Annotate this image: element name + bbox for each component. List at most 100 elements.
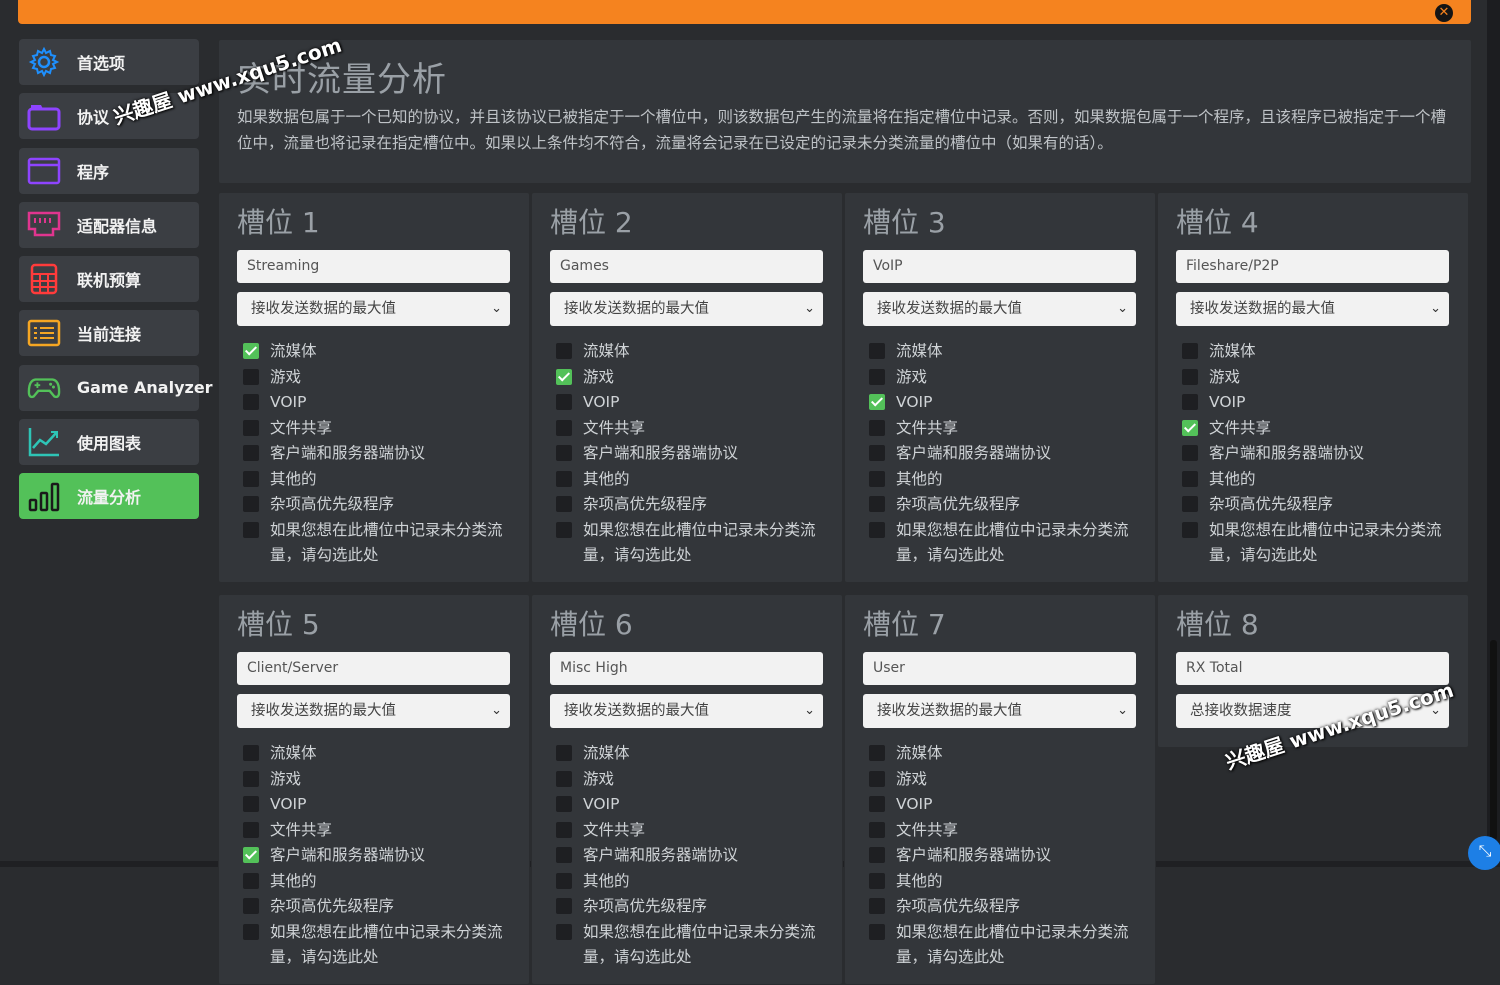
category-row[interactable]: 客户端和服务器端协议 xyxy=(556,843,840,869)
category-row[interactable]: 其他的 xyxy=(556,869,840,895)
category-row[interactable]: 流媒体 xyxy=(556,741,840,767)
slot-name-input[interactable]: Streaming xyxy=(237,250,510,283)
category-row[interactable]: 其他的 xyxy=(243,467,527,493)
sidebar-item-online-budget[interactable]: 联机预算 xyxy=(19,256,199,303)
category-row[interactable]: 游戏 xyxy=(1182,365,1466,391)
category-row[interactable]: 文件共享 xyxy=(1182,416,1466,442)
category-row[interactable]: 如果您想在此槽位中记录未分类流量，请勾选此处 xyxy=(243,518,527,569)
category-checkbox[interactable] xyxy=(556,445,572,461)
slot-name-input[interactable]: RX Total xyxy=(1176,652,1449,685)
category-row[interactable]: 流媒体 xyxy=(556,339,840,365)
slot-metric-select[interactable]: 接收发送数据的最大值 ⌄ xyxy=(1176,292,1449,326)
category-checkbox[interactable] xyxy=(1182,445,1198,461)
category-checkbox[interactable] xyxy=(556,898,572,914)
category-checkbox[interactable] xyxy=(243,343,259,359)
category-row[interactable]: 客户端和服务器端协议 xyxy=(243,441,527,467)
slot-name-input[interactable]: VoIP xyxy=(863,250,1136,283)
slot-name-input[interactable]: Games xyxy=(550,250,823,283)
category-row[interactable]: 客户端和服务器端协议 xyxy=(1182,441,1466,467)
category-checkbox[interactable] xyxy=(243,923,259,940)
category-checkbox[interactable] xyxy=(243,847,259,863)
category-row[interactable]: 如果您想在此槽位中记录未分类流量，请勾选此处 xyxy=(243,920,527,971)
category-checkbox[interactable] xyxy=(556,872,572,889)
close-icon[interactable]: ✕ xyxy=(1435,4,1453,22)
category-checkbox[interactable] xyxy=(1182,470,1198,487)
category-row[interactable]: 游戏 xyxy=(243,767,527,793)
category-checkbox[interactable] xyxy=(243,821,259,838)
category-checkbox[interactable] xyxy=(1182,521,1198,538)
category-checkbox[interactable] xyxy=(869,872,885,889)
sidebar-item-current-connections[interactable]: 当前连接 xyxy=(19,310,199,357)
category-row[interactable]: 其他的 xyxy=(869,869,1153,895)
category-checkbox[interactable] xyxy=(556,496,572,512)
category-checkbox[interactable] xyxy=(243,872,259,889)
category-checkbox[interactable] xyxy=(869,521,885,538)
category-checkbox[interactable] xyxy=(869,923,885,940)
category-checkbox[interactable] xyxy=(243,368,259,385)
category-row[interactable]: 游戏 xyxy=(869,365,1153,391)
category-checkbox[interactable] xyxy=(556,343,572,359)
sidebar-item-preferences[interactable]: 首选项 xyxy=(19,39,199,85)
category-row[interactable]: 杂项高优先级程序 xyxy=(243,894,527,920)
slot-metric-select[interactable]: 接收发送数据的最大值 ⌄ xyxy=(550,694,823,728)
category-row[interactable]: 如果您想在此槽位中记录未分类流量，请勾选此处 xyxy=(556,920,840,971)
category-row[interactable]: 文件共享 xyxy=(556,416,840,442)
category-row[interactable]: 客户端和服务器端协议 xyxy=(243,843,527,869)
sidebar-item-game-analyzer[interactable]: Game Analyzer xyxy=(19,364,213,411)
category-row[interactable]: 杂项高优先级程序 xyxy=(556,492,840,518)
slot-metric-select[interactable]: 接收发送数据的最大值 ⌄ xyxy=(863,292,1136,326)
category-checkbox[interactable] xyxy=(1182,394,1198,410)
category-checkbox[interactable] xyxy=(869,445,885,461)
category-checkbox[interactable] xyxy=(243,445,259,461)
category-checkbox[interactable] xyxy=(243,394,259,410)
slot-metric-select[interactable]: 接收发送数据的最大值 ⌄ xyxy=(863,694,1136,728)
category-checkbox[interactable] xyxy=(869,419,885,436)
category-checkbox[interactable] xyxy=(556,419,572,436)
category-row[interactable]: 其他的 xyxy=(556,467,840,493)
category-checkbox[interactable] xyxy=(1182,419,1198,436)
category-row[interactable]: 其他的 xyxy=(243,869,527,895)
slot-name-input[interactable]: Fileshare/P2P xyxy=(1176,250,1449,283)
category-row[interactable]: 客户端和服务器端协议 xyxy=(869,843,1153,869)
sidebar-item-adapter-info[interactable]: 适配器信息 xyxy=(19,201,199,248)
category-row[interactable]: 文件共享 xyxy=(869,818,1153,844)
category-checkbox[interactable] xyxy=(556,394,572,410)
category-checkbox[interactable] xyxy=(243,470,259,487)
category-row[interactable]: 流媒体 xyxy=(869,741,1153,767)
category-row[interactable]: 游戏 xyxy=(556,365,840,391)
sidebar-item-protocols[interactable]: 协议 xyxy=(19,93,199,140)
category-checkbox[interactable] xyxy=(243,419,259,436)
category-row[interactable]: 流媒体 xyxy=(869,339,1153,365)
slot-metric-select[interactable]: 接收发送数据的最大值 ⌄ xyxy=(237,292,510,326)
category-checkbox[interactable] xyxy=(869,496,885,512)
category-checkbox[interactable] xyxy=(869,394,885,410)
category-row[interactable]: 流媒体 xyxy=(243,339,527,365)
category-checkbox[interactable] xyxy=(869,796,885,812)
category-checkbox[interactable] xyxy=(1182,368,1198,385)
category-checkbox[interactable] xyxy=(869,898,885,914)
category-checkbox[interactable] xyxy=(556,521,572,538)
category-row[interactable]: 杂项高优先级程序 xyxy=(556,894,840,920)
category-row[interactable]: 其他的 xyxy=(869,467,1153,493)
slot-metric-select[interactable]: 接收发送数据的最大值 ⌄ xyxy=(550,292,823,326)
category-row[interactable]: 如果您想在此槽位中记录未分类流量，请勾选此处 xyxy=(869,920,1153,971)
category-row[interactable]: 文件共享 xyxy=(243,818,527,844)
category-checkbox[interactable] xyxy=(556,368,572,385)
category-row[interactable]: 杂项高优先级程序 xyxy=(243,492,527,518)
category-checkbox[interactable] xyxy=(243,496,259,512)
category-row[interactable]: 游戏 xyxy=(556,767,840,793)
category-row[interactable]: 游戏 xyxy=(869,767,1153,793)
slot-metric-select[interactable]: 总接收数据速度 ⌄ xyxy=(1176,694,1449,728)
scrollbar-thumb[interactable] xyxy=(1490,640,1497,840)
category-checkbox[interactable] xyxy=(243,521,259,538)
sidebar-item-usage-charts[interactable]: 使用图表 xyxy=(19,419,199,466)
category-checkbox[interactable] xyxy=(243,898,259,914)
sidebar-item-traffic-analysis[interactable]: 流量分析 xyxy=(19,473,199,520)
category-checkbox[interactable] xyxy=(556,770,572,787)
slot-name-input[interactable]: Misc High xyxy=(550,652,823,685)
category-checkbox[interactable] xyxy=(869,821,885,838)
category-checkbox[interactable] xyxy=(1182,343,1198,359)
category-row[interactable]: 杂项高优先级程序 xyxy=(869,492,1153,518)
category-row[interactable]: 流媒体 xyxy=(243,741,527,767)
category-checkbox[interactable] xyxy=(1182,496,1198,512)
